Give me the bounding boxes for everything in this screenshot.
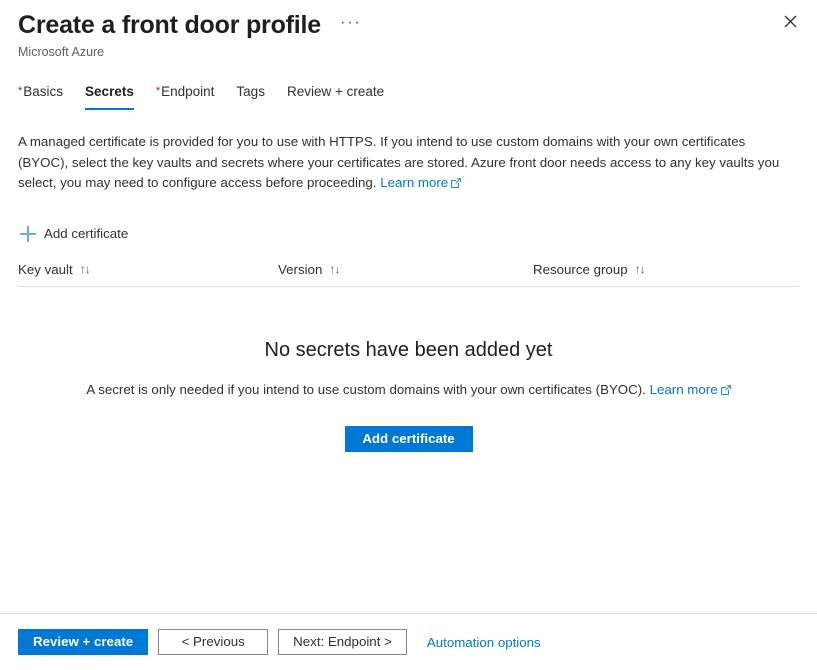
column-header-key-vault-label: Key vault [18,261,73,277]
description-learn-more-link[interactable]: Learn more [380,175,448,190]
tab-review-create[interactable]: Review + create [276,79,395,110]
empty-state: No secrets have been added yet A secret … [18,336,799,452]
column-header-key-vault[interactable]: Key vault ↑↓ [18,262,278,277]
column-header-resource-group-label: Resource group [533,261,628,277]
add-certificate-command-label: Add certificate [44,226,129,241]
empty-state-learn-more-label: Learn more [649,381,718,397]
empty-state-title: No secrets have been added yet [264,338,553,361]
tab-endpoint-label: Endpoint [161,84,215,99]
tab-endpoint[interactable]: *Endpoint [145,79,226,110]
secrets-description: A managed certificate is provided for yo… [18,132,799,195]
tab-tags-label: Tags [236,84,265,99]
add-certificate-command-button[interactable]: Add certificate [18,222,134,246]
external-link-icon [720,381,731,401]
empty-state-subtitle: A secret is only needed if you intend to… [18,380,799,401]
blade-content: A managed certificate is provided for yo… [0,132,817,452]
table-header-row: Key vault ↑↓ Version ↑↓ Resource group ↑… [18,262,799,286]
tab-secrets-label: Secrets [85,84,134,99]
title-row: Create a front door profile ··· [18,10,817,40]
plus-icon [20,225,36,242]
command-bar: Add certificate [18,222,799,246]
wizard-tabs: *Basics Secrets *Endpoint Tags Review + … [0,79,817,110]
wizard-footer: Review + create < Previous Next: Endpoin… [0,613,817,670]
empty-state-subtitle-text: A secret is only needed if you intend to… [86,381,646,397]
required-asterisk-endpoint: * [155,85,161,97]
blade-header: Create a front door profile ··· Microsof… [0,0,817,60]
column-header-resource-group[interactable]: Resource group ↑↓ [533,262,793,277]
close-icon[interactable] [775,6,805,36]
required-asterisk-basics: * [18,85,23,97]
sort-icon-key-vault: ↑↓ [79,262,91,276]
tab-secrets[interactable]: Secrets [74,79,145,110]
page-title: Create a front door profile [18,11,321,39]
sort-icon-version: ↑↓ [329,262,340,276]
add-certificate-primary-button[interactable]: Add certificate [344,425,473,452]
description-learn-more-label: Learn more [380,175,449,190]
column-header-version-label: Version [278,261,323,277]
sort-icon-resource-group: ↑↓ [634,262,646,276]
automation-options-link[interactable]: Automation options [427,635,541,650]
tab-basics-label: Basics [23,84,64,99]
tab-basics[interactable]: *Basics [18,79,74,110]
tab-review-create-label: Review + create [286,84,385,99]
tab-tags[interactable]: Tags [225,79,276,110]
next-endpoint-button[interactable]: Next: Endpoint > [278,629,407,655]
external-link-icon [451,174,462,195]
previous-button[interactable]: < Previous [158,629,269,655]
review-create-button[interactable]: Review + create [18,629,149,655]
secrets-table: Key vault ↑↓ Version ↑↓ Resource group ↑… [18,262,799,287]
more-options-ellipsis-icon[interactable]: ··· [335,13,366,37]
page-subtitle: Microsoft Azure [18,45,105,59]
column-header-version[interactable]: Version ↑↓ [278,262,533,277]
empty-state-learn-more-link[interactable]: Learn more [650,382,718,397]
